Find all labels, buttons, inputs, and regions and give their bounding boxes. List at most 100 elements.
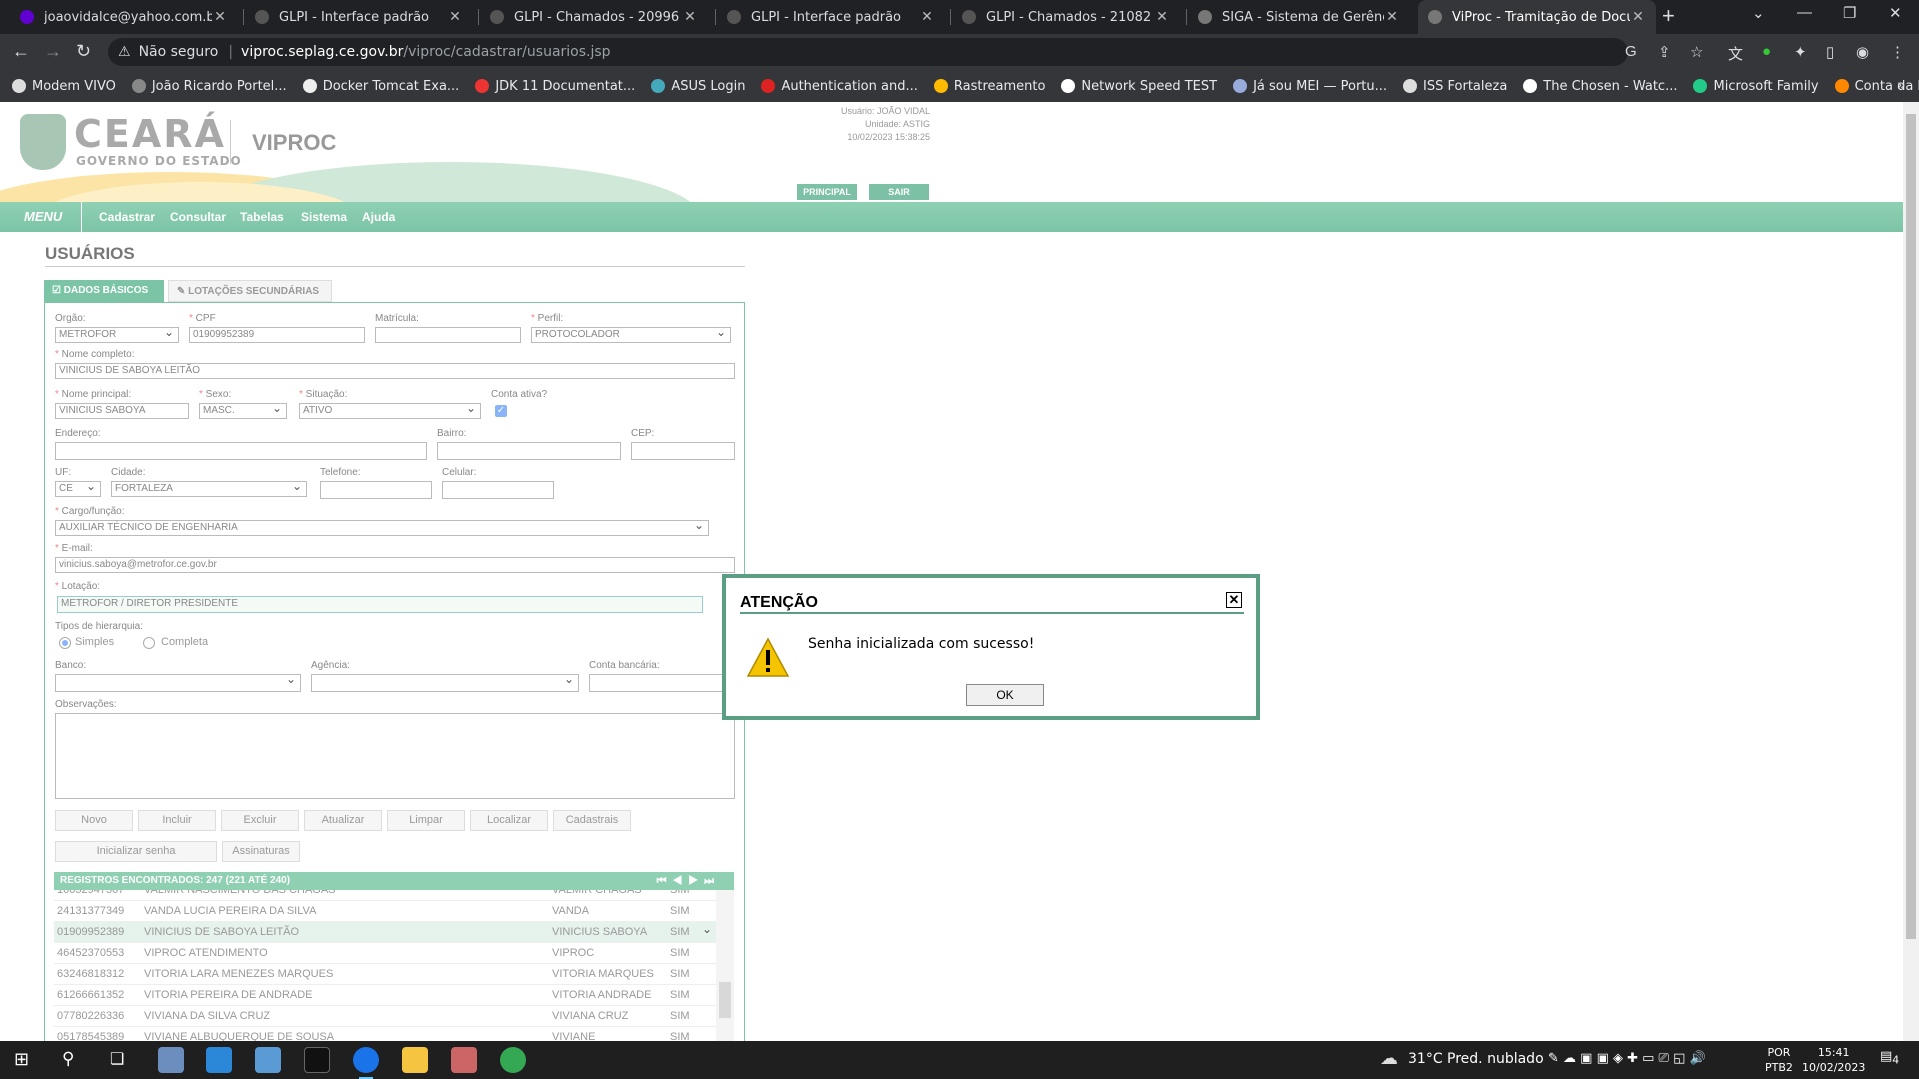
bookmark-item[interactable]: João Ricardo Portel... bbox=[131, 79, 287, 94]
agencia-select[interactable] bbox=[311, 674, 579, 692]
menu-item-cadastrar[interactable]: Cadastrar bbox=[99, 210, 155, 224]
novo-button[interactable]: Novo bbox=[55, 810, 133, 831]
excluir-button[interactable]: Excluir bbox=[221, 810, 299, 831]
browser-tab[interactable]: GLPI - Interface padrão ✕ bbox=[245, 0, 473, 34]
tab-close-icon[interactable]: ✕ bbox=[919, 9, 935, 25]
sair-button[interactable]: SAIR bbox=[869, 184, 929, 200]
share-icon[interactable]: ⇪ bbox=[1658, 43, 1671, 61]
extension-icon[interactable]: ● bbox=[1762, 43, 1771, 60]
translate-icon[interactable]: 文 bbox=[1728, 43, 1743, 64]
close-window-button[interactable]: ✕ bbox=[1889, 4, 1902, 22]
incluir-button[interactable]: Incluir bbox=[138, 810, 216, 831]
chrome-profile-icon[interactable] bbox=[500, 1047, 526, 1073]
clock[interactable]: 15:41 10/02/2023 bbox=[1802, 1045, 1865, 1075]
bairro-field[interactable] bbox=[437, 442, 621, 460]
tab-search-icon[interactable]: ⌄ bbox=[1752, 4, 1765, 22]
tab-lotacoes-secundarias[interactable]: ✎ LOTAÇÕES SECUNDÁRIAS bbox=[168, 280, 332, 302]
grid-scroll-thumb[interactable] bbox=[719, 982, 731, 1018]
browser-tab[interactable]: joaovidalce@yahoo.com.br - Yal✕ bbox=[10, 0, 238, 34]
app-icon-7[interactable] bbox=[451, 1047, 477, 1073]
menu-item-ajuda[interactable]: Ajuda bbox=[362, 210, 395, 224]
back-icon[interactable]: ← bbox=[12, 41, 30, 62]
sexo-select[interactable]: MASC. bbox=[199, 403, 287, 419]
profile-avatar-icon[interactable]: ◉ bbox=[1856, 43, 1869, 61]
forward-icon[interactable]: → bbox=[44, 41, 62, 62]
google-icon[interactable]: G bbox=[1625, 43, 1637, 60]
cidade-select[interactable]: FORTALEZA bbox=[111, 481, 307, 497]
weather-icon[interactable]: ☁ bbox=[1380, 1048, 1398, 1069]
endereco-field[interactable] bbox=[55, 442, 427, 460]
page-scrollbar[interactable] bbox=[1903, 102, 1919, 1041]
table-row[interactable]: 61266661352 VITORIA PEREIRA DE ANDRADE VIT… bbox=[54, 985, 716, 1006]
search-icon[interactable]: ⚲ bbox=[62, 1049, 74, 1069]
matricula-field[interactable] bbox=[375, 327, 521, 343]
browser-tab[interactable]: SIGA - Sistema de Gerência de /✕ bbox=[1188, 0, 1410, 34]
simples-radio[interactable] bbox=[59, 637, 71, 649]
ok-button[interactable]: OK bbox=[966, 684, 1044, 706]
limpar-button[interactable]: Limpar bbox=[387, 810, 465, 831]
task-view-icon[interactable]: ❏ bbox=[110, 1049, 124, 1068]
menu-item-sistema[interactable]: Sistema bbox=[301, 210, 347, 224]
table-row[interactable]: 24131377349 VANDA LUCIA PEREIRA DA SILVA V… bbox=[54, 901, 716, 922]
dialog-close-icon[interactable]: ✕ bbox=[1226, 592, 1242, 608]
principal-button[interactable]: PRINCIPAL bbox=[797, 184, 857, 200]
nome-principal-field[interactable]: VINICIUS SABOYA bbox=[55, 403, 189, 419]
situacao-select[interactable]: ATIVO bbox=[299, 403, 481, 419]
tab-close-icon[interactable]: ✕ bbox=[447, 9, 463, 25]
bookmark-item[interactable]: Conta da Microsoft... bbox=[1834, 79, 1919, 94]
bookmark-item[interactable]: Docker Tomcat Exa... bbox=[302, 79, 459, 94]
bookmark-item[interactable]: Network Speed TEST bbox=[1061, 79, 1217, 94]
minimize-button[interactable]: — bbox=[1797, 4, 1812, 21]
nome-completo-field[interactable]: VINICIUS DE SABOYA LEITÃO bbox=[55, 363, 735, 379]
lotacao-field[interactable]: METROFOR / DIRETOR PRESIDENTE bbox=[57, 596, 703, 613]
cadastrais-button[interactable]: Cadastrais bbox=[553, 810, 631, 831]
security-status[interactable]: Não seguro bbox=[139, 44, 219, 60]
prev-page-icon[interactable]: ◀ bbox=[672, 875, 688, 887]
bookmark-item[interactable]: Modem VIVO bbox=[12, 79, 116, 94]
next-page-icon[interactable]: ▶ bbox=[688, 875, 704, 887]
banco-select[interactable] bbox=[55, 674, 301, 692]
kebab-menu-icon[interactable]: ⋮ bbox=[1890, 43, 1905, 61]
table-row[interactable]: 01909952389 VINICIUS DE SABOYA LEITÃO VINI… bbox=[54, 919, 716, 943]
new-tab-button[interactable]: + bbox=[1662, 3, 1675, 29]
bookmark-item[interactable]: Já sou MEI — Portu... bbox=[1233, 79, 1387, 94]
page-scroll-thumb[interactable] bbox=[1906, 114, 1916, 939]
grid-scrollbar[interactable] bbox=[716, 890, 734, 1041]
last-page-icon[interactable]: ⏭ bbox=[704, 875, 720, 887]
bookmark-item[interactable]: The Chosen - Watc... bbox=[1523, 79, 1677, 94]
tab-close-icon[interactable]: ✕ bbox=[1384, 9, 1400, 25]
url-bar[interactable]: ⚠ Não seguro | viproc.seplag.ce.gov.br /… bbox=[108, 38, 1628, 66]
observacoes-textarea[interactable] bbox=[55, 713, 735, 799]
tab-dados-basicos[interactable]: ☑ DADOS BÁSICOS bbox=[44, 280, 164, 302]
app-icon-1[interactable] bbox=[158, 1047, 184, 1073]
table-row[interactable]: 07780226336 VIVIANA DA SILVA CRUZ VIVIANA … bbox=[54, 1006, 716, 1027]
atualizar-button[interactable]: Atualizar bbox=[304, 810, 382, 831]
bookmark-item[interactable]: Microsoft Family bbox=[1693, 79, 1819, 94]
bookmark-item[interactable]: Authentication and... bbox=[761, 79, 918, 94]
bookmarks-overflow-icon[interactable]: » bbox=[1897, 76, 1905, 92]
reload-icon[interactable]: ↻ bbox=[76, 41, 91, 62]
completa-radio[interactable] bbox=[143, 637, 155, 649]
browser-tab[interactable]: GLPI - Interface padrão ✕ bbox=[717, 0, 945, 34]
email-field[interactable]: vinicius.saboya@metrofor.ce.gov.br bbox=[55, 557, 735, 573]
table-row[interactable]: 63246818312 VITORIA LARA MENEZES MARQUES V… bbox=[54, 964, 716, 985]
terminal-icon[interactable] bbox=[304, 1047, 330, 1073]
bookmark-item[interactable]: Rastreamento bbox=[933, 79, 1045, 94]
tab-close-icon[interactable]: ✕ bbox=[682, 9, 698, 25]
bookmark-item[interactable]: JDK 11 Documentat... bbox=[475, 79, 635, 94]
browser-tab[interactable]: GLPI - Chamados - 20996 ✕ bbox=[480, 0, 708, 34]
table-row[interactable]: 05178545389 VIVIANE ALBUQUERQUE DE SOUSA V… bbox=[54, 1027, 716, 1041]
app-icon-3[interactable] bbox=[255, 1047, 281, 1073]
conta-field[interactable] bbox=[589, 674, 735, 692]
sidepanel-icon[interactable]: ▯ bbox=[1826, 43, 1834, 61]
cargo-select[interactable]: AUXILIAR TÉCNICO DE ENGENHARIA bbox=[55, 520, 709, 536]
bookmark-star-icon[interactable]: ☆ bbox=[1690, 43, 1703, 61]
orgao-select[interactable]: METROFOR bbox=[55, 327, 179, 343]
celular-field[interactable] bbox=[442, 481, 554, 499]
warning-icon[interactable]: ⚠ bbox=[118, 44, 131, 60]
telefone-field[interactable] bbox=[320, 481, 432, 499]
first-page-icon[interactable]: ⏮ bbox=[657, 875, 673, 887]
tab-close-icon[interactable]: ✕ bbox=[212, 9, 228, 25]
weather-text[interactable]: 31°C Pred. nublado bbox=[1408, 1051, 1544, 1067]
puzzle-icon[interactable]: ✦ bbox=[1794, 43, 1807, 61]
